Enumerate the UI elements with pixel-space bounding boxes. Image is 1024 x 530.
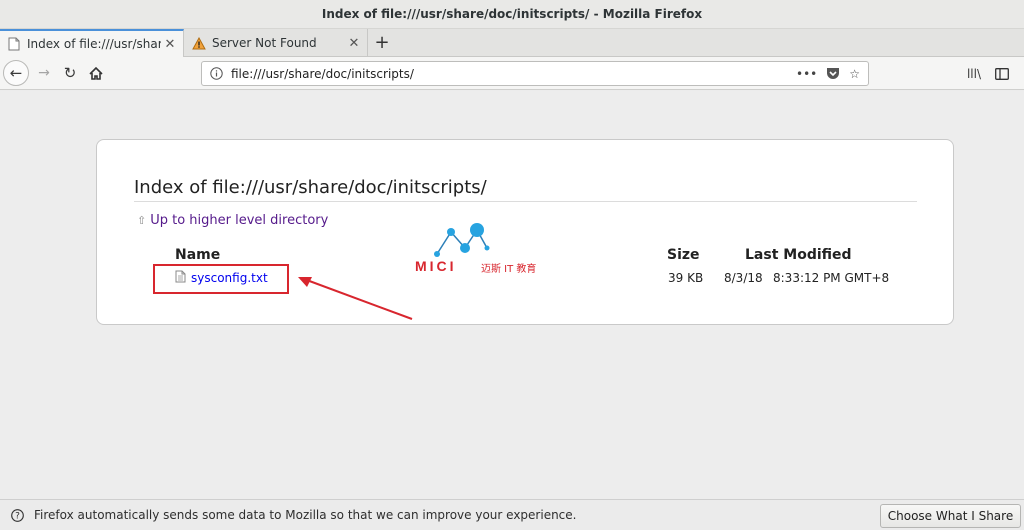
directory-listing: Index of file:///usr/share/doc/initscrip… [96,139,954,325]
tab-strip: Index of file:///usr/share/c ✕ Server No… [0,29,1024,57]
new-tab-button[interactable]: + [372,32,392,53]
page-content: Index of file:///usr/share/doc/initscrip… [0,91,1024,499]
watermark-subtext: 迈斯 IT 教育 [481,264,537,275]
annotation-highlight-box [153,264,289,294]
tab-index[interactable]: Index of file:///usr/share/c ✕ [0,29,184,57]
molecule-logo-icon [434,223,490,257]
url-input[interactable]: file:///usr/share/doc/initscripts/ [227,67,796,81]
home-icon [89,66,103,80]
forward-button[interactable]: → [34,63,54,83]
column-header-name[interactable]: Name [175,247,220,263]
column-header-size[interactable]: Size [667,247,700,263]
help-icon: ? [10,508,24,522]
file-time: 8:33:12 PM GMT+8 [773,271,890,285]
sidebar-button[interactable] [992,64,1012,84]
info-icon[interactable] [205,63,227,85]
choose-what-i-share-button[interactable]: Choose What I Share [880,504,1021,528]
warning-icon [191,35,207,51]
watermark-logo: MICI 迈斯 IT 教育 [415,222,565,275]
watermark-text: MICI [415,258,457,274]
close-icon[interactable]: ✕ [161,35,179,53]
data-reporting-notification: ? Firefox automatically sends some data … [0,499,1024,530]
library-icon: lll\ [966,67,982,81]
notification-text: Firefox automatically sends some data to… [34,508,577,522]
svg-text:?: ? [15,511,20,521]
up-link-label: Up to higher level directory [150,213,329,228]
column-header-modified[interactable]: Last Modified [745,247,852,263]
file-size: 39 KB [668,271,704,285]
close-icon[interactable]: ✕ [345,34,363,52]
page-icon [6,36,22,52]
annotation-arrow [298,277,413,320]
navigation-toolbar: ← → ↻ file:///usr/share/doc/initscripts/… [0,57,1024,90]
up-arrow-icon: ⇧ [137,214,147,227]
tab-title: Index of file:///usr/share/c [27,37,161,51]
tab-server-not-found[interactable]: Server Not Found ✕ [185,29,368,57]
sidebar-icon [995,68,1009,80]
reload-icon: ↻ [63,64,77,82]
up-directory-link[interactable]: ⇧ Up to higher level directory [137,213,328,228]
bookmark-star-icon[interactable]: ☆ [849,67,860,81]
arrow-right-icon: → [38,65,50,81]
library-button[interactable]: lll\ [964,64,984,84]
page-title: Index of file:///usr/share/doc/initscrip… [134,177,917,202]
page-actions-icon[interactable]: ••• [796,67,817,81]
arrow-left-icon: ← [9,64,23,82]
tab-title: Server Not Found [212,36,317,50]
home-button[interactable] [86,63,106,83]
reload-button[interactable]: ↻ [60,63,80,83]
window-title: Index of file:///usr/share/doc/initscrip… [321,7,703,21]
pocket-icon[interactable] [826,67,840,80]
window-titlebar: Index of file:///usr/share/doc/initscrip… [0,0,1024,29]
file-date: 8/3/18 [724,271,763,285]
url-bar[interactable]: file:///usr/share/doc/initscripts/ ••• ☆ [201,61,869,86]
back-button[interactable]: ← [3,60,29,86]
